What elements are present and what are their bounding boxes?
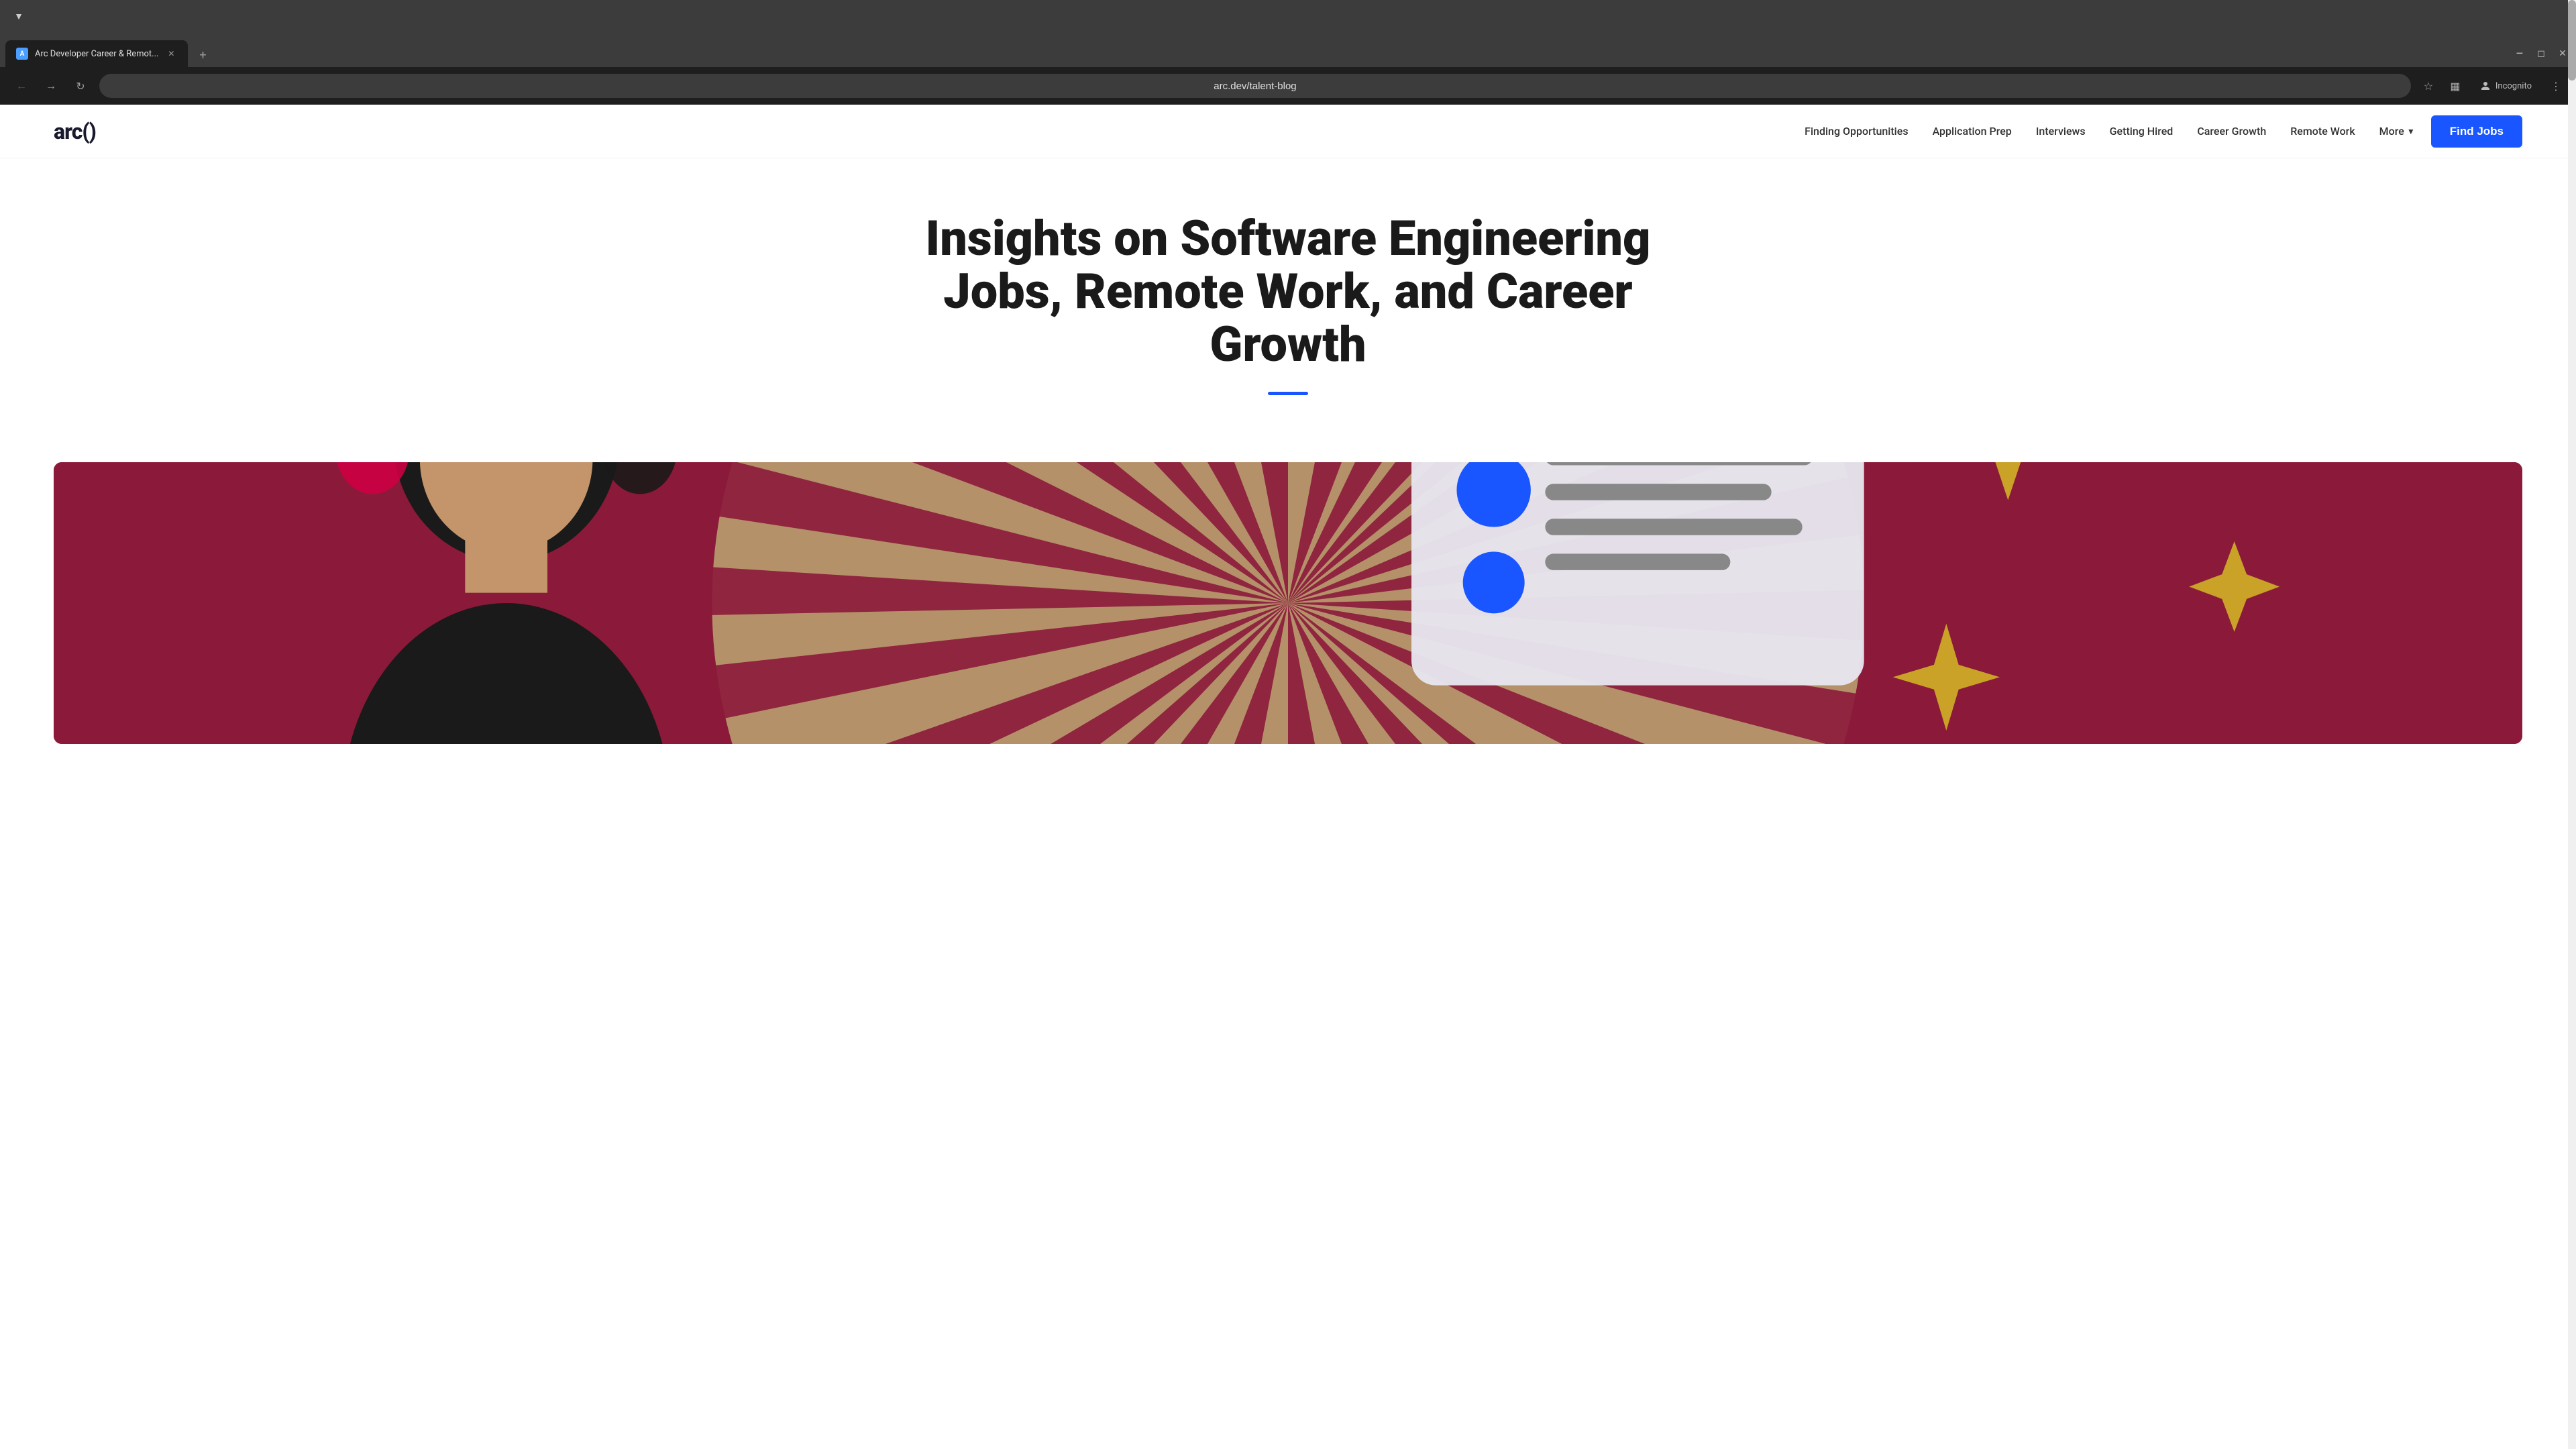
more-dropdown-button[interactable]: More ▼ [2379,125,2415,138]
nav-item-interviews[interactable]: Interviews [2036,125,2086,138]
forward-button[interactable]: → [40,75,62,97]
window-tab-list[interactable]: ▼ [11,8,27,24]
hero-title: Insights on Software Engineering Jobs, R… [919,212,1657,372]
address-icons: ☆ ▦ Incognito ⋮ [2419,76,2565,95]
window-controls: ▼ [11,8,27,24]
nav-item-finding-opportunities[interactable]: Finding Opportunities [1805,125,1908,138]
nav-item-remote-work[interactable]: Remote Work [2290,125,2355,138]
nav-item-getting-hired[interactable]: Getting Hired [2110,125,2174,138]
scrollbar-thumb[interactable] [2568,0,2576,80]
site-navigation: arc() Finding Opportunities Application … [0,105,2576,158]
reload-button[interactable]: ↻ [70,75,91,97]
hero-divider [1268,392,1308,395]
tabs-bar: A Arc Developer Career & Remot... ✕ + – … [0,32,2576,67]
incognito-label: Incognito [2496,81,2532,91]
nav-link-getting-hired[interactable]: Getting Hired [2110,125,2174,138]
nav-links: Finding Opportunities Application Prep I… [1805,125,2415,138]
nav-item-application-prep[interactable]: Application Prep [1933,125,2012,138]
nav-item-career-growth[interactable]: Career Growth [2197,125,2266,138]
featured-image-card[interactable]: 23 Top Sites to Find Remote Work in 2024 [54,462,2522,744]
extensions-icon[interactable]: ▦ [2446,76,2465,95]
incognito-badge[interactable]: Incognito [2473,77,2538,95]
address-bar: ← → ↻ ☆ ▦ Incognito ⋮ [0,67,2576,105]
new-tab-button[interactable]: + [191,43,215,67]
website-content: arc() Finding Opportunities Application … [0,105,2576,744]
tab-favicon: A [16,48,28,60]
bookmark-icon[interactable]: ☆ [2419,76,2438,95]
sunburst-svg: 23 Top Sites to Find Remote Work in 2024 [54,462,2522,744]
nav-link-remote-work[interactable]: Remote Work [2290,125,2355,138]
nav-link-interviews[interactable]: Interviews [2036,125,2086,138]
address-input[interactable] [99,74,2411,98]
nav-link-finding-opportunities[interactable]: Finding Opportunities [1805,125,1908,138]
find-jobs-button[interactable]: Find Jobs [2431,115,2522,148]
menu-icon[interactable]: ⋮ [2546,76,2565,95]
more-label: More [2379,125,2404,138]
active-tab[interactable]: A Arc Developer Career & Remot... ✕ [5,40,188,67]
tab-close-button[interactable]: ✕ [165,48,177,60]
hero-section: Insights on Software Engineering Jobs, R… [0,158,2576,435]
title-bar: ▼ [0,0,2576,32]
back-button[interactable]: ← [11,75,32,97]
chevron-down-icon: ▼ [2407,127,2415,136]
minimize-button[interactable]: – [2512,46,2528,62]
nav-link-application-prep[interactable]: Application Prep [1933,125,2012,138]
nav-item-more[interactable]: More ▼ [2379,125,2415,138]
incognito-icon [2479,80,2491,92]
tab-title: Arc Developer Career & Remot... [35,49,158,59]
burst-background: 23 Top Sites to Find Remote Work in 2024 [54,462,2522,744]
restore-button[interactable]: ◻ [2533,46,2549,62]
browser-chrome: ▼ A Arc Developer Career & Remot... ✕ + … [0,0,2576,105]
scrollbar-track[interactable] [2568,0,2576,1449]
nav-link-career-growth[interactable]: Career Growth [2197,125,2266,138]
site-logo[interactable]: arc() [54,119,96,144]
